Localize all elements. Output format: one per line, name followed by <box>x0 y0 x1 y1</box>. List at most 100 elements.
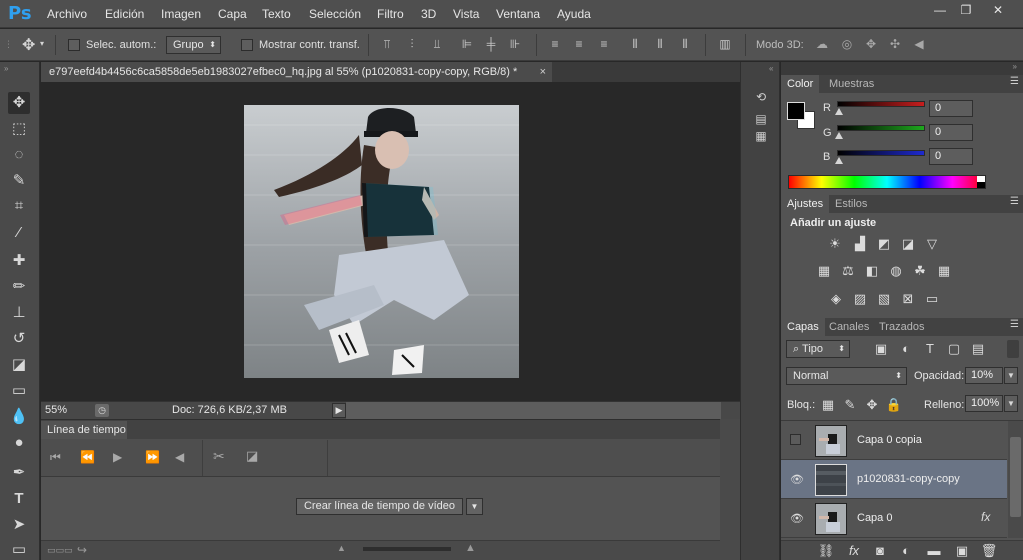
eye-icon[interactable]: 👁 <box>790 473 804 486</box>
menu-filtro[interactable]: Filtro <box>377 7 404 21</box>
green-slider[interactable] <box>837 125 925 131</box>
distribute-right-icon[interactable]: ⫴ <box>678 37 692 51</box>
horizontal-scrollbar[interactable] <box>346 402 721 419</box>
lock-position-icon[interactable]: ✥ <box>863 397 881 413</box>
audio-icon[interactable]: ◀ <box>175 450 184 464</box>
blue-value-input[interactable]: 0 <box>929 148 973 165</box>
menu-texto[interactable]: Texto <box>262 7 291 21</box>
menu-seleccion[interactable]: Selección <box>309 7 361 21</box>
zoom-slider[interactable] <box>363 547 451 551</box>
menu-3d[interactable]: 3D <box>421 7 436 21</box>
expand-icon[interactable]: « <box>769 64 773 73</box>
filter-adjustment-icon[interactable]: ◐ <box>897 341 915 357</box>
foreground-color-swatch[interactable] <box>787 102 805 120</box>
eraser-tool-icon[interactable]: ◪ <box>8 354 30 376</box>
chevron-down-icon[interactable]: ▾ <box>40 39 44 48</box>
chevron-down-icon[interactable]: ▼ <box>1004 395 1018 412</box>
red-slider[interactable] <box>837 101 925 107</box>
move-tool-icon[interactable]: ✥ <box>8 92 30 114</box>
pan-3d-icon[interactable]: ✥ <box>864 37 878 51</box>
distribute-vcenter-icon[interactable]: ≡ <box>572 37 586 51</box>
new-adjustment-icon[interactable]: ◐ <box>897 543 915 559</box>
selective-color-icon[interactable]: ⊠ <box>899 291 917 307</box>
black-swatch[interactable] <box>977 182 985 188</box>
brightness-contrast-icon[interactable]: ☀ <box>826 236 844 252</box>
pen-tool-icon[interactable]: ✒ <box>8 462 30 484</box>
canvas-image[interactable] <box>244 105 519 378</box>
trash-icon[interactable]: 🗑 <box>980 543 998 559</box>
lock-all-icon[interactable]: 🔒 <box>885 397 903 413</box>
roll-3d-icon[interactable]: ◎ <box>840 37 854 51</box>
show-transform-checkbox[interactable] <box>241 39 253 51</box>
properties-panel-icon[interactable]: ▤ <box>752 110 770 128</box>
menu-archivo[interactable]: Archivo <box>47 7 87 21</box>
zoom-value[interactable]: 55% <box>45 404 67 416</box>
threshold-icon[interactable]: ▧ <box>875 291 893 307</box>
tab-layers[interactable]: Capas <box>781 318 825 336</box>
levels-icon[interactable]: ▟ <box>851 236 869 252</box>
crop-tool-icon[interactable]: ⌗ <box>8 195 30 217</box>
dodge-tool-icon[interactable]: ● <box>8 432 30 454</box>
hue-saturation-icon[interactable]: ▦ <box>815 263 833 279</box>
first-frame-icon[interactable]: ⏮ <box>50 450 61 465</box>
tab-adjustments[interactable]: Ajustes <box>781 195 830 213</box>
blue-slider[interactable] <box>837 150 925 156</box>
blue-slider-knob[interactable] <box>835 157 843 164</box>
collapse-dock-icon[interactable]: » <box>1013 62 1017 71</box>
next-frame-icon[interactable]: ⏩ <box>145 450 160 464</box>
align-right-icon[interactable]: ⊪ <box>508 37 522 51</box>
align-vcenter-icon[interactable]: ⫶ <box>405 37 419 51</box>
frame-mode-icon[interactable]: ▭▭▭ <box>47 545 73 556</box>
align-top-icon[interactable]: ⫪ <box>380 37 394 51</box>
document-tab[interactable]: e797eefd4b4456c6ca5858de5eb1983027efbec0… <box>41 62 552 82</box>
panel-menu-icon[interactable]: ☰ <box>1010 196 1019 207</box>
layer-name[interactable]: Capa 0 copia <box>857 434 922 446</box>
history-brush-tool-icon[interactable]: ↺ <box>8 328 30 350</box>
layer-name[interactable]: p1020831-copy-copy <box>857 473 960 485</box>
gradient-map-icon[interactable]: ▭ <box>923 291 941 307</box>
history-panel-icon[interactable]: ⟲ <box>752 88 770 106</box>
filter-type-icon[interactable]: T <box>921 341 939 357</box>
close-icon[interactable]: × <box>540 62 546 82</box>
layer-name[interactable]: Capa 0 <box>857 512 892 524</box>
layer-effects-icon[interactable]: fx <box>981 510 990 524</box>
color-lookup-icon[interactable]: ▦ <box>935 263 953 279</box>
stamp-tool-icon[interactable]: ⊥ <box>8 302 30 324</box>
new-layer-icon[interactable]: ▣ <box>953 543 971 559</box>
align-hcenter-icon[interactable]: ╪ <box>484 37 498 51</box>
filter-pixel-icon[interactable]: ▣ <box>872 341 890 357</box>
blur-tool-icon[interactable]: 💧 <box>8 406 30 428</box>
black-white-icon[interactable]: ◧ <box>863 263 881 279</box>
close-window-button[interactable]: ✕ <box>986 2 1010 18</box>
chevron-down-icon[interactable]: ▼ <box>466 498 483 515</box>
character-panel-icon[interactable]: ▦ <box>752 127 770 145</box>
blend-mode-dropdown[interactable]: Normal ⬍ <box>786 367 907 385</box>
red-value-input[interactable]: 0 <box>929 100 973 117</box>
lasso-tool-icon[interactable]: ◌ <box>8 144 30 166</box>
brush-tool-icon[interactable]: ✏ <box>8 276 30 298</box>
filter-toggle[interactable] <box>1007 340 1019 358</box>
tab-swatches[interactable]: Muestras <box>823 75 880 93</box>
play-icon[interactable]: ▶ <box>113 450 122 464</box>
exposure-icon[interactable]: ◪ <box>899 236 917 252</box>
filter-smart-object-icon[interactable]: ▤ <box>969 341 987 357</box>
restore-button[interactable]: ❐ <box>954 2 978 18</box>
move-tool-preset-icon[interactable]: ✥ <box>22 35 35 55</box>
green-value-input[interactable]: 0 <box>929 124 973 141</box>
tab-paths[interactable]: Trazados <box>873 318 930 336</box>
previous-frame-icon[interactable]: ⏪ <box>80 450 95 464</box>
transition-icon[interactable]: ◪ <box>246 448 258 464</box>
tab-timeline[interactable]: Línea de tiempo <box>41 421 127 439</box>
color-balance-icon[interactable]: ⚖ <box>839 263 857 279</box>
add-style-icon[interactable]: fx <box>845 543 863 559</box>
chevron-down-icon[interactable]: ▼ <box>1004 367 1018 384</box>
opacity-input[interactable]: 10% <box>965 367 1003 384</box>
menu-imagen[interactable]: Imagen <box>161 7 201 21</box>
timeline-scrollbar[interactable] <box>720 419 740 560</box>
visibility-toggle-off[interactable] <box>790 434 801 445</box>
photo-filter-icon[interactable]: ◍ <box>887 263 905 279</box>
zoom-out-icon[interactable]: ▲ <box>337 543 346 553</box>
collapse-icon[interactable]: » <box>4 64 8 73</box>
layer-row[interactable]: Capa 0 copia <box>781 421 1007 460</box>
menu-capa[interactable]: Capa <box>218 7 247 21</box>
